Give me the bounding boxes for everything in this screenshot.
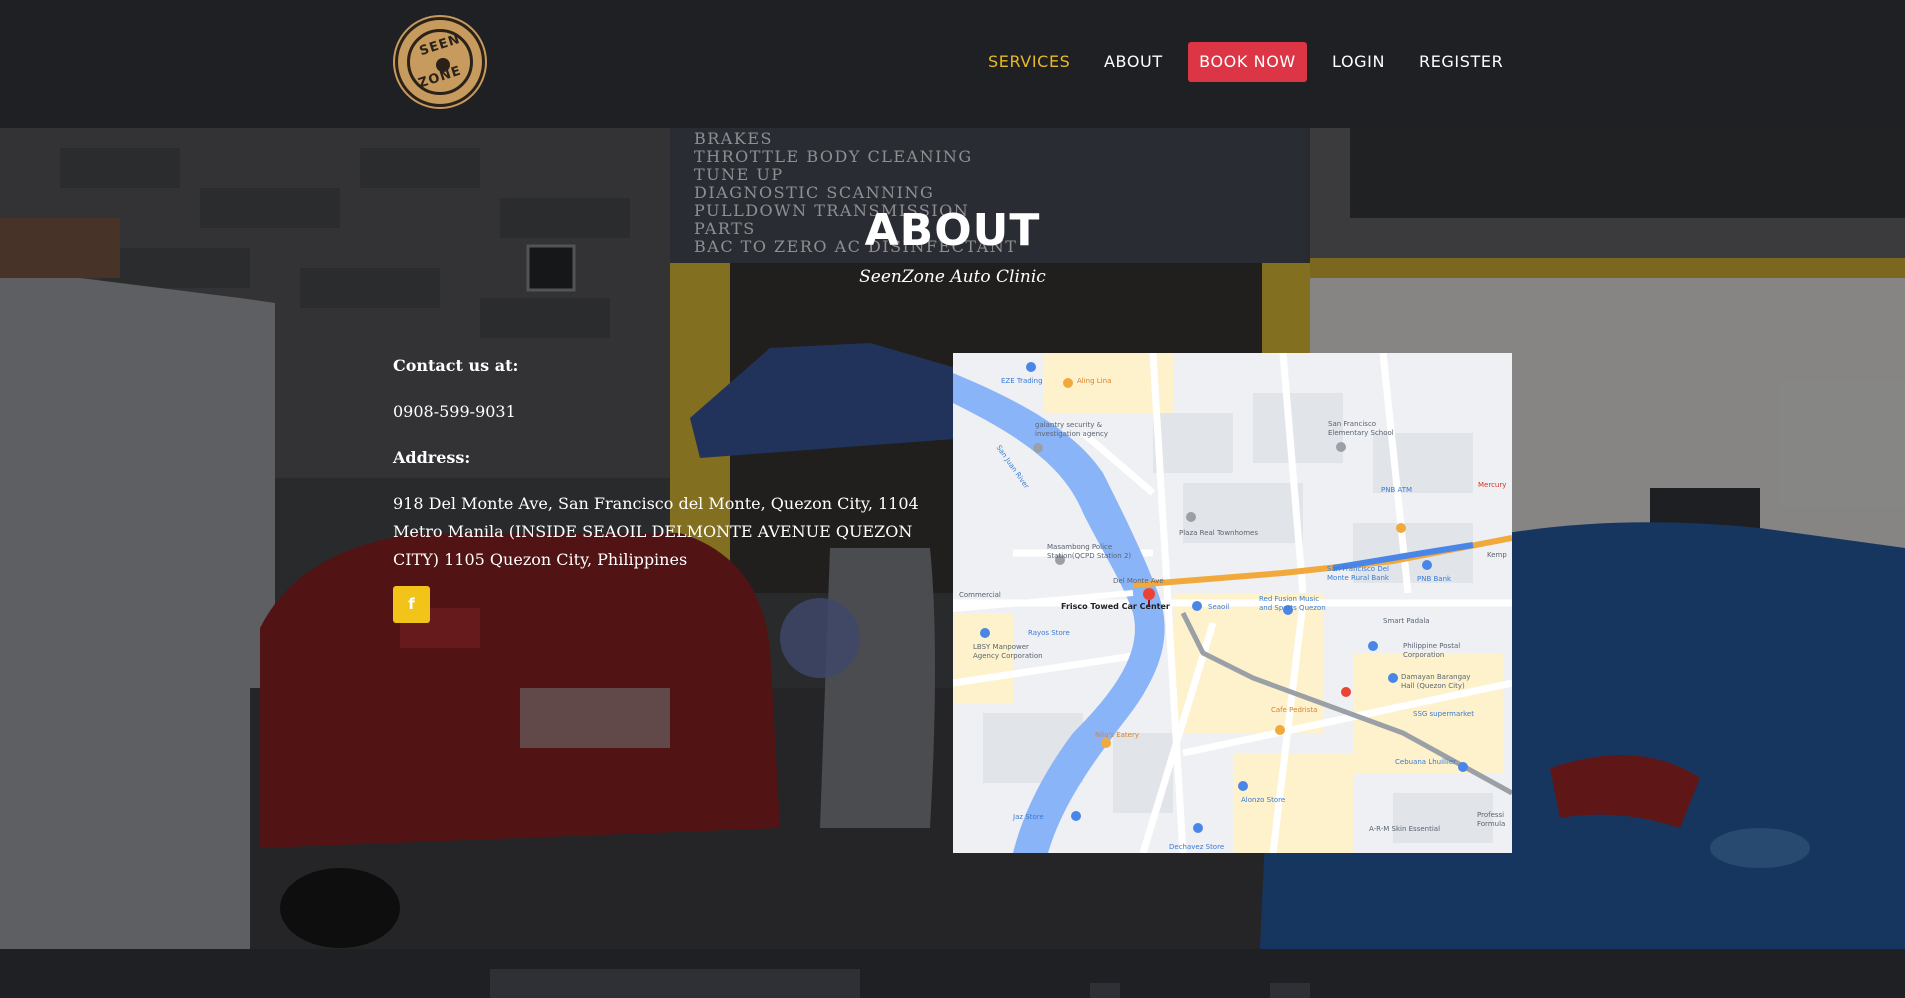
map-label-pnb: PNB Bank [1417, 575, 1452, 583]
map-label-sfdm: San Francisco Del [1327, 565, 1389, 573]
map-label-lbsy: LBSY Manpower [973, 643, 1029, 651]
about-hero: BRAKES THROTTLE BODY CLEANING TUNE UP DI… [0, 128, 1905, 949]
address-text: 918 Del Monte Ave, San Francisco del Mon… [393, 494, 919, 569]
site-header: SEEN ZONE SERVICES ABOUT BOOK NOW LOGIN … [0, 0, 1905, 128]
map-label-arm: A-R-M Skin Essential [1369, 825, 1441, 833]
map-label-aling: Aling Lina [1077, 377, 1112, 385]
nav-about[interactable]: ABOUT [1104, 42, 1163, 82]
map-label-sfes: San Francisco [1328, 420, 1377, 428]
map-label-masambong: Masambong Police [1047, 543, 1113, 551]
map-label-formula: Formula [1477, 820, 1506, 828]
map-label-frisco: Frisco Towed Car Center [1061, 602, 1170, 611]
map-label-cebuana: Cebuana Lhuillier [1395, 758, 1457, 766]
site-footer [0, 949, 1905, 998]
main-nav: SERVICES ABOUT BOOK NOW LOGIN REGISTER [0, 42, 1905, 82]
map-label-dechavez: Dechavez Store [1169, 843, 1225, 851]
map-label-commercial: Commercial [959, 591, 1001, 599]
map-label-lbsy2: Agency Corporation [973, 652, 1043, 660]
nav-services[interactable]: SERVICES [988, 42, 1070, 82]
map-label-kemp: Kemp [1487, 551, 1507, 559]
map-label-plaza: Plaza Real Townhomes [1179, 529, 1258, 537]
map-label-pnb-atm: PNB ATM [1381, 486, 1413, 494]
map-label-mercury: Mercury [1478, 481, 1507, 489]
map-label-masambong2: Station(QCPD Station 2) [1047, 552, 1132, 560]
contact-label: Contact us at: [393, 356, 519, 375]
map-label-philpost: Philippine Postal [1403, 642, 1461, 650]
map-label-cafe: Cafe Pedrista [1271, 706, 1318, 714]
map-label-prof: Professi [1477, 811, 1505, 819]
map-label-philpost2: Corporation [1403, 651, 1445, 659]
location-map[interactable]: EZE Trading Aling Lina galantry security… [953, 353, 1512, 853]
nav-login[interactable]: LOGIN [1332, 42, 1385, 82]
map-label-sfdm2: Monte Rural Bank [1327, 574, 1389, 582]
page-subtitle: SeenZone Auto Clinic [859, 267, 1046, 287]
map-label-smart: Smart Padala [1383, 617, 1430, 625]
map-label-damayan2: Hall (Quezon City) [1401, 682, 1465, 690]
map-label-ssg: SSG supermarket [1413, 710, 1474, 718]
contact-info: Contact us at: 0908-599-9031 Address: 91… [393, 354, 953, 594]
map-label-delmonte: Del Monte Ave [1113, 577, 1164, 585]
facebook-icon[interactable]: f [393, 586, 430, 623]
phone-number: 0908-599-9031 [393, 402, 516, 421]
map-label-jaz: Jaz Store [1013, 813, 1044, 821]
map-label-redfusion2: and Sports Quezon [1259, 604, 1326, 612]
map-label-seaoil: Seaoil [1208, 603, 1230, 611]
map-label-rayos: Rayos Store [1028, 629, 1070, 637]
map-label-galantry2: investigation agency [1035, 430, 1109, 438]
address-label: Address: [393, 448, 471, 467]
map-label-alonzo: Alonzo Store [1241, 796, 1286, 804]
book-now-button[interactable]: BOOK NOW [1188, 42, 1307, 82]
map-label-damayan: Damayan Barangay [1401, 673, 1471, 681]
map-label-sfes2: Elementary School [1328, 429, 1394, 437]
map-label-galantry: galantry security & [1035, 421, 1103, 429]
map-label-redfusion: Red Fusion Music [1259, 595, 1320, 603]
nav-register[interactable]: REGISTER [1419, 42, 1503, 82]
map-label-eze: EZE Trading [1001, 377, 1043, 385]
world-map-dots [490, 969, 1310, 998]
page-title: ABOUT [864, 205, 1041, 256]
map-label-nila: Nila's Eatery [1095, 731, 1139, 739]
